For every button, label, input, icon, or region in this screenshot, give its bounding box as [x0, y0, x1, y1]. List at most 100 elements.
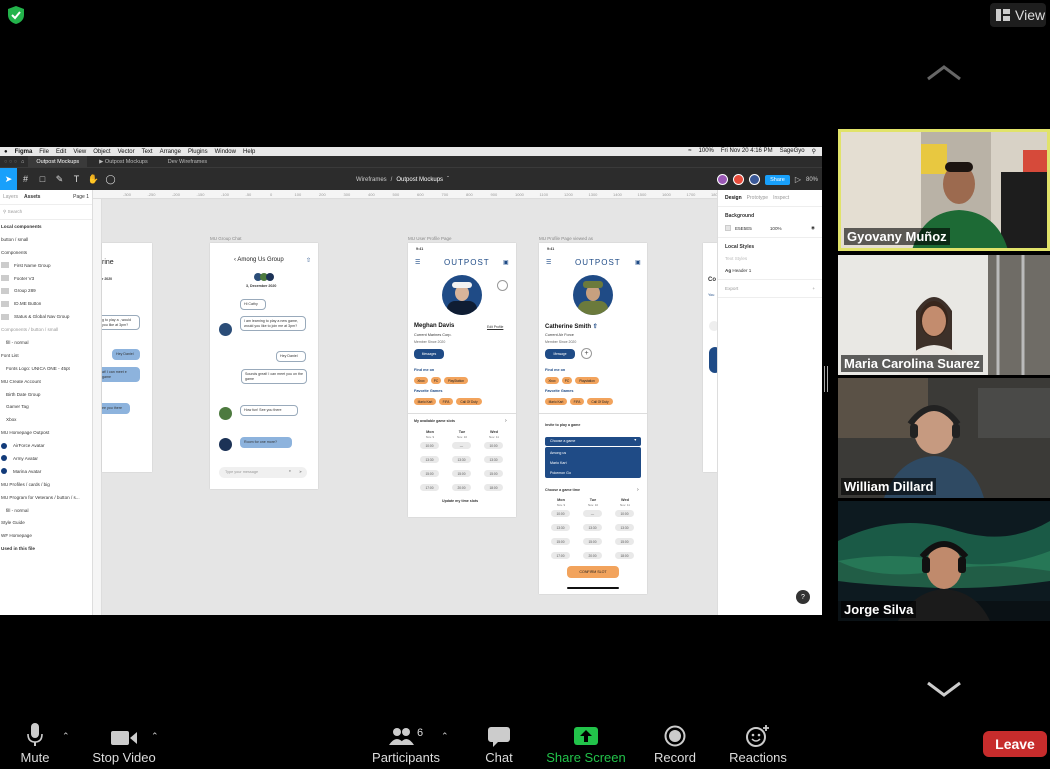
- asset-list-item[interactable]: Font List: [0, 349, 92, 362]
- time-slot[interactable]: 20:00: [583, 552, 602, 559]
- header-style-row[interactable]: Ag Header 1: [725, 268, 815, 273]
- time-slot[interactable]: 15:00: [452, 470, 471, 477]
- menu-item-plugins[interactable]: Plugins: [188, 149, 208, 155]
- tab-layers[interactable]: Layers: [3, 194, 18, 200]
- window-controls[interactable]: ○ ○ ○: [4, 159, 17, 165]
- notification-icon[interactable]: ▣: [503, 259, 509, 266]
- tab-outpost-mockups-prototype[interactable]: ▶ Outpost Mockups: [91, 156, 156, 167]
- time-slot[interactable]: —: [583, 510, 602, 517]
- asset-list-item[interactable]: MU Profiles / cards / big: [0, 478, 92, 491]
- asset-list-item[interactable]: Gamer Tag: [0, 400, 92, 413]
- mute-button[interactable]: Mute: [14, 719, 56, 769]
- message-button[interactable]: Message: [545, 349, 575, 359]
- time-slot[interactable]: 13:30: [452, 456, 471, 463]
- heart-icon[interactable]: [497, 280, 508, 291]
- menu-item-arrange[interactable]: Arrange: [160, 149, 181, 155]
- tab-inspect[interactable]: Inspect: [773, 195, 789, 201]
- frame-partial-right[interactable]: Co You: [703, 243, 717, 472]
- menu-item-window[interactable]: Window: [215, 149, 236, 155]
- frame-group-chat[interactable]: ‹ Among Us Group ⇧ 3, December 2020 Hi C…: [210, 243, 318, 489]
- time-slot[interactable]: 17:00: [420, 484, 439, 491]
- figma-canvas[interactable]: rine r 2020 g to play a , would you like…: [102, 199, 717, 615]
- share-button[interactable]: Share: [765, 174, 790, 185]
- asset-list-item[interactable]: Footer V3: [0, 272, 92, 285]
- time-slot[interactable]: —: [452, 442, 471, 449]
- menu-item-view[interactable]: View: [73, 149, 86, 155]
- time-slot[interactable]: 15:00: [484, 470, 503, 477]
- tab-assets[interactable]: Assets: [24, 194, 40, 200]
- chevron-down-icon[interactable]: [925, 679, 963, 699]
- asset-list-item[interactable]: Status & Global Nav Group: [0, 310, 92, 323]
- game-option[interactable]: Pokemon Go: [550, 471, 571, 475]
- asset-list-item[interactable]: Marina Avatar: [0, 465, 92, 478]
- time-slot[interactable]: 18:00: [484, 484, 503, 491]
- time-slot[interactable]: 13:30: [484, 456, 503, 463]
- avatar[interactable]: [749, 174, 761, 185]
- chat-button[interactable]: Chat: [480, 719, 518, 769]
- time-slot[interactable]: 15:00: [615, 538, 634, 545]
- audio-options-caret-icon[interactable]: ⌃: [62, 731, 70, 742]
- participant-video[interactable]: Jorge Silva: [838, 501, 1050, 621]
- page-selector[interactable]: Page 1: [73, 194, 89, 200]
- file-name[interactable]: Outpost Mockups: [396, 177, 443, 183]
- text-tool-icon[interactable]: T: [68, 168, 85, 191]
- notification-icon[interactable]: ▣: [635, 259, 641, 266]
- assets-search[interactable]: ⚲ Search: [0, 205, 92, 220]
- menu-item-vector[interactable]: Vector: [118, 149, 135, 155]
- menu-item-object[interactable]: Object: [93, 149, 110, 155]
- menu-app-name[interactable]: Figma: [15, 149, 33, 155]
- security-shield-icon[interactable]: [6, 5, 26, 25]
- share-icon[interactable]: ⇧: [306, 257, 311, 264]
- time-slot[interactable]: 13:30: [420, 456, 439, 463]
- tab-design[interactable]: Design: [725, 195, 742, 201]
- hand-tool-icon[interactable]: ✋: [85, 168, 102, 191]
- chevron-down-icon[interactable]: ˇ: [447, 177, 449, 183]
- leave-button[interactable]: Leave: [983, 731, 1047, 757]
- time-slot[interactable]: 10:00: [420, 442, 439, 449]
- asset-list-item[interactable]: fill - normal: [0, 504, 92, 517]
- help-button[interactable]: ?: [796, 590, 810, 604]
- stop-video-button[interactable]: Stop Video: [88, 719, 160, 769]
- avatar[interactable]: [733, 174, 745, 185]
- chevron-up-icon[interactable]: [925, 63, 963, 83]
- share-icon[interactable]: ⇧: [593, 324, 598, 330]
- user-name[interactable]: SageGyo: [780, 148, 805, 155]
- mic-icon[interactable]: ●: [289, 469, 291, 473]
- menu-item-text[interactable]: Text: [142, 149, 153, 155]
- asset-list-item[interactable]: Army Avatar: [0, 452, 92, 465]
- asset-list-item[interactable]: WF Homepage: [0, 529, 92, 542]
- view-button[interactable]: View: [990, 3, 1046, 27]
- menu-item-file[interactable]: File: [39, 149, 49, 155]
- move-tool-icon[interactable]: ➤: [0, 167, 17, 191]
- menu-icon[interactable]: ☰: [415, 259, 420, 266]
- asset-list-item[interactable]: Local components: [0, 220, 92, 233]
- asset-list-item[interactable]: First Name Group: [0, 259, 92, 272]
- time-slot[interactable]: 13:30: [583, 524, 602, 531]
- frame-user-profile[interactable]: 9:41 ☰ OUTPOST ▣ Meghan Davis Edit Profi…: [408, 243, 516, 517]
- asset-list-item[interactable]: Style Guide: [0, 516, 92, 529]
- messages-button[interactable]: Messages: [414, 349, 444, 359]
- asset-list-item[interactable]: AirForce Avatar: [0, 439, 92, 452]
- share-screen-button[interactable]: Share Screen: [545, 719, 627, 769]
- time-slot[interactable]: 13:30: [551, 524, 570, 531]
- pen-tool-icon[interactable]: ✎: [51, 168, 68, 191]
- frame-profile-viewed[interactable]: 9:41 ☰ OUTPOST ▣ Catherine Smith ⇧ Curre…: [539, 243, 647, 594]
- reactions-button[interactable]: Reactions: [727, 719, 789, 769]
- battery-level[interactable]: 100%: [699, 148, 714, 155]
- add-friend-icon[interactable]: +: [581, 348, 592, 359]
- time-slot[interactable]: 10:00: [484, 442, 503, 449]
- confirm-slot-button[interactable]: CONFIRM SLOT: [567, 566, 619, 578]
- participant-video[interactable]: Maria Carolina Suarez: [838, 255, 1050, 375]
- apple-icon[interactable]: ●: [4, 149, 8, 155]
- message-input[interactable]: Type your message ● ➤: [219, 467, 307, 478]
- asset-list-item[interactable]: fill - normal: [0, 336, 92, 349]
- time-slot[interactable]: 10:00: [615, 510, 634, 517]
- tab-outpost-mockups[interactable]: Outpost Mockups: [28, 156, 88, 167]
- time-slot[interactable]: 13:30: [615, 524, 634, 531]
- asset-list-item[interactable]: Components / button / small: [0, 323, 92, 336]
- edit-profile-link[interactable]: Edit Profile: [487, 325, 503, 329]
- record-button[interactable]: Record: [652, 719, 698, 769]
- bg-opacity[interactable]: 100%: [770, 226, 782, 231]
- asset-list-item[interactable]: Used in this file: [0, 542, 92, 555]
- clock[interactable]: Fri Nov 20 4:16 PM: [721, 148, 773, 155]
